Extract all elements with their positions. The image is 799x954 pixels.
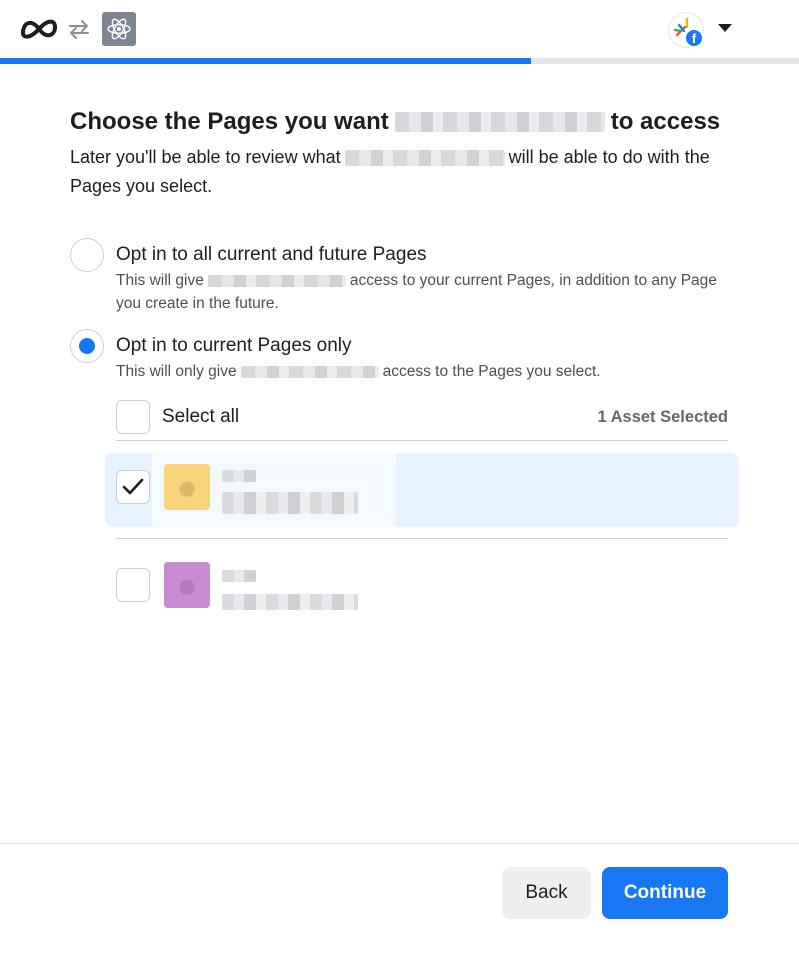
option-desc-suffix: access to your current Pages, in additio… — [116, 272, 717, 312]
redacted-page-details — [222, 492, 358, 514]
divider — [116, 440, 728, 441]
facebook-badge-icon: f — [684, 28, 704, 48]
redacted-page-name — [222, 470, 256, 482]
redacted-app-name — [394, 112, 605, 132]
meta-logo-icon — [20, 19, 58, 39]
page-checkbox[interactable] — [116, 568, 150, 602]
asset-count: 1 Asset Selected — [597, 408, 728, 426]
progress-bar — [0, 58, 799, 64]
continue-button[interactable]: Continue — [602, 867, 728, 919]
page-avatar — [164, 562, 210, 608]
option-label: Opt in to all current and future Pages — [116, 244, 427, 265]
radio-current-pages[interactable] — [70, 329, 104, 363]
redacted-page-details — [222, 594, 358, 610]
page-checkbox[interactable] — [116, 470, 150, 504]
option-desc-prefix: This will give — [116, 272, 204, 289]
top-bar: f — [0, 0, 799, 58]
select-all-label: Select all — [162, 406, 240, 427]
option-description: This will only give access to the Pages y… — [116, 360, 736, 383]
subtitle-prefix: Later you'll be able to review what — [70, 147, 341, 167]
divider — [116, 538, 728, 539]
page-avatar — [164, 464, 210, 510]
redacted-page-name — [222, 570, 256, 582]
option-description: This will give access to your current Pag… — [116, 269, 736, 315]
option-desc-suffix: access to the Pages you select. — [382, 363, 601, 380]
chevron-down-icon[interactable] — [718, 24, 732, 32]
radio-all-pages[interactable] — [70, 238, 104, 272]
back-button[interactable]: Back — [502, 867, 591, 919]
swap-arrows-icon — [69, 20, 89, 39]
select-all-checkbox[interactable] — [116, 400, 150, 434]
redacted-app-name — [240, 365, 379, 378]
check-icon — [122, 478, 144, 495]
redacted-app-name — [344, 150, 505, 167]
page-title: Choose the Pages you want to access — [70, 108, 720, 136]
footer-divider — [0, 843, 799, 844]
redacted-app-name — [207, 274, 346, 287]
atom-icon — [102, 12, 136, 46]
title-prefix: Choose the Pages you want — [70, 108, 389, 135]
page-subtitle: Later you'll be able to review what will … — [70, 143, 720, 201]
radio-selected-dot — [79, 338, 95, 354]
title-suffix: to access — [610, 108, 721, 135]
progress-fill — [0, 58, 532, 64]
option-label: Opt in to current Pages only — [116, 335, 352, 356]
option-desc-prefix: This will only give — [116, 363, 237, 380]
